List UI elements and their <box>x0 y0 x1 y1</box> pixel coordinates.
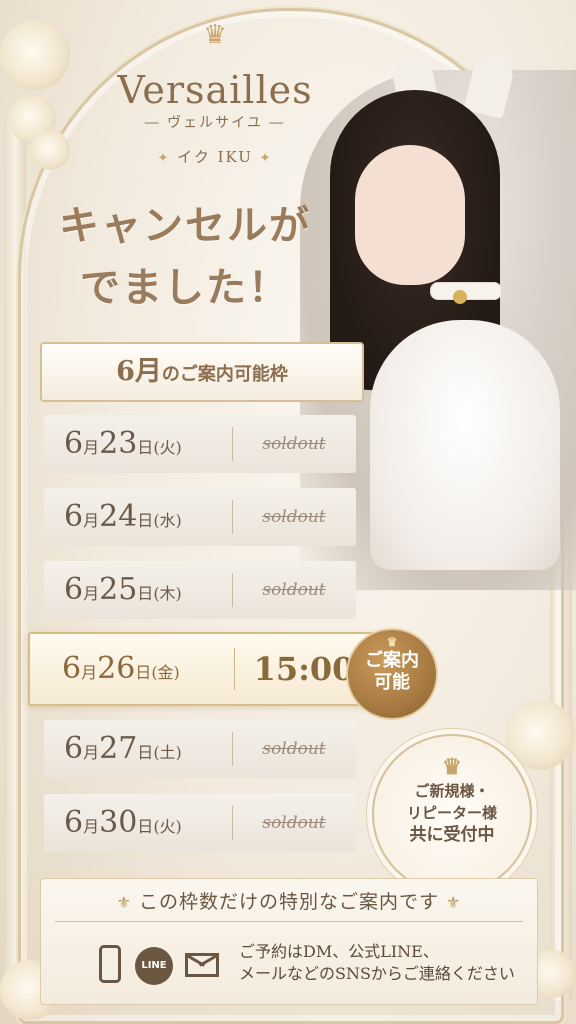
seal-line-1: ご新規様・ <box>414 782 490 800</box>
cast-name-line: ✦ イク IKU ✦ <box>100 146 330 167</box>
row-date: 6月23日(火) <box>64 426 182 461</box>
row-status: soldout <box>262 813 326 833</box>
contact-footer: ⚜ この枠数だけの特別なご案内です ⚜ LINE ご予約はDM、公式LINE、 … <box>40 878 538 1005</box>
row-status: soldout <box>262 580 326 600</box>
cast-name: イク IKU <box>177 148 253 166</box>
welcome-seal: ♛ ご新規様・ リピーター様 共に受付中 <box>372 734 532 894</box>
badge-line-2: 可能 <box>374 672 410 693</box>
headline-line-2: でました！ <box>80 264 290 311</box>
row-divider <box>232 427 233 461</box>
model-face-blurred <box>355 145 465 285</box>
headline-line-1: キャンセルが <box>59 202 311 249</box>
bell-charm <box>453 290 467 304</box>
phone-icon <box>99 945 121 983</box>
contact-line-2: メールなどのSNSからご連絡ください <box>239 964 515 983</box>
fleur-de-lis-icon: ⚜ <box>116 893 132 912</box>
row-divider <box>232 732 233 766</box>
seal-line-2: リピーター様 <box>406 804 497 822</box>
line-app-icon: LINE <box>135 947 173 985</box>
crown-icon: ♛ <box>203 20 227 50</box>
footer-divider <box>55 921 523 922</box>
available-badge: ♛ ご案内 可能 <box>346 628 438 720</box>
schedule-title: 6月のご案内可能枠 <box>40 342 364 402</box>
row-date: 6月30日(火) <box>64 805 182 840</box>
row-date: 6月25日(木) <box>64 572 182 607</box>
schedule-row: 6月25日(木) soldout <box>44 561 356 619</box>
schedule-row: 6月24日(水) soldout <box>44 488 356 546</box>
schedule-row-available: 6月26日(金) 15:00 <box>28 632 378 706</box>
row-date: 6月27日(土) <box>64 731 182 766</box>
seal-line-3: 共に受付中 <box>409 825 495 845</box>
model-outfit <box>370 320 560 570</box>
contact-text: ご予約はDM、公式LINE、 メールなどのSNSからご連絡ください <box>239 941 529 985</box>
mail-icon <box>185 953 219 977</box>
schedule-row: 6月23日(火) soldout <box>44 415 356 473</box>
row-status: soldout <box>262 507 326 527</box>
brand-name: Versailles <box>117 68 313 112</box>
row-date: 6月24日(水) <box>64 499 182 534</box>
schedule-row: 6月27日(土) soldout <box>44 720 356 778</box>
crown-icon: ♛ <box>442 754 462 780</box>
row-status: soldout <box>262 739 326 759</box>
brand-kana: ― ヴェルサイユ ― <box>144 115 286 131</box>
row-divider <box>234 648 235 690</box>
fleur-icon: ✦ <box>259 151 273 166</box>
crown-icon: ♛ <box>386 635 398 649</box>
lily-flower-icon <box>30 130 70 170</box>
schedule-title-month: 6月 <box>116 356 162 387</box>
footer-banner: ⚜ この枠数だけの特別なご案内です ⚜ <box>41 887 537 914</box>
headline: キャンセルが でました！ <box>55 195 315 319</box>
rose-flower-icon <box>0 20 70 90</box>
row-date: 6月26日(金) <box>62 651 180 686</box>
schedule-row: 6月30日(火) soldout <box>44 794 356 852</box>
row-divider <box>232 806 233 840</box>
footer-banner-text: この枠数だけの特別なご案内です <box>138 891 439 913</box>
badge-line-1: ご案内 <box>365 650 419 671</box>
fleur-icon: ✦ <box>157 151 171 166</box>
brand-logo: ♛ Versailles ― ヴェルサイユ ― ✦ イク IKU ✦ <box>100 20 330 180</box>
fleur-de-lis-icon: ⚜ <box>446 893 462 912</box>
contact-line-1: ご予約はDM、公式LINE、 <box>239 942 439 961</box>
row-divider <box>232 573 233 607</box>
row-divider <box>232 500 233 534</box>
schedule-title-text: のご案内可能枠 <box>161 364 288 385</box>
schedule-panel: 6月のご案内可能枠 6月23日(火) soldout 6月24日(水) sold… <box>22 330 378 870</box>
row-status: soldout <box>262 434 326 454</box>
